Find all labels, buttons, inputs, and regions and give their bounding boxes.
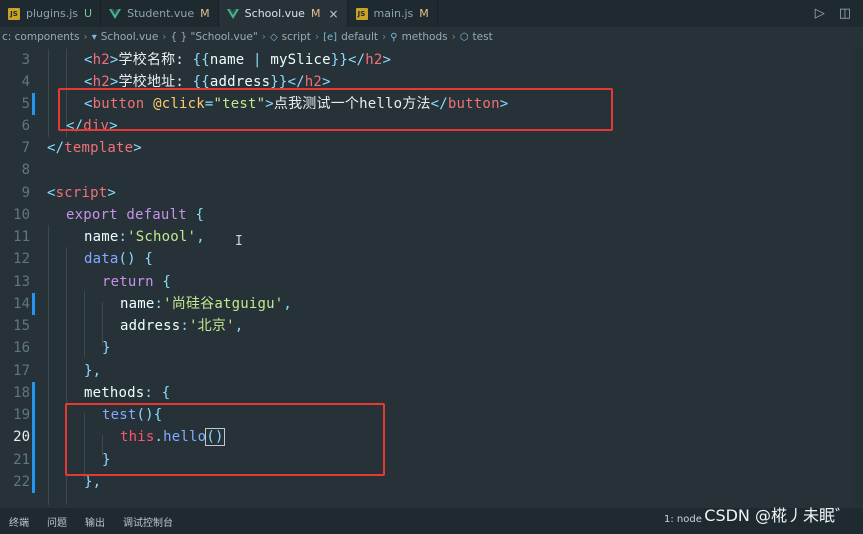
code-text: }, bbox=[84, 363, 102, 379]
symbol-icon: ◇ bbox=[269, 31, 278, 43]
vue-file-icon: ▾ bbox=[91, 31, 97, 43]
line-number: 6 bbox=[21, 118, 30, 134]
code-editor[interactable]: 3 <h2>学校名称: {{name | mySlice}}</h2> 4 <h… bbox=[0, 49, 863, 505]
line-number: 5 bbox=[21, 96, 30, 112]
terminal-select[interactable]: 1: node bbox=[664, 514, 702, 525]
line-number: 4 bbox=[21, 74, 30, 90]
code-text: name:'School', bbox=[84, 229, 205, 245]
tab-main-js[interactable]: JS main.js M bbox=[348, 0, 438, 27]
breadcrumb: c: components › ▾ School.vue › { } "Scho… bbox=[0, 27, 863, 47]
line-number: 13 bbox=[13, 274, 30, 290]
code-text: export default { bbox=[66, 207, 205, 223]
vertical-scrollbar[interactable] bbox=[853, 49, 863, 505]
code-line[interactable]: 3 <h2>学校名称: {{name | mySlice}}</h2> bbox=[0, 49, 863, 71]
line-number: 7 bbox=[21, 140, 30, 156]
js-file-icon: JS bbox=[355, 7, 368, 20]
git-status-badge: M bbox=[200, 7, 210, 20]
tab-school-vue[interactable]: School.vue M × bbox=[218, 0, 348, 27]
code-line[interactable]: 13 return { bbox=[0, 271, 863, 293]
cube-icon: ⬡ bbox=[459, 31, 469, 43]
code-line[interactable]: 8 bbox=[0, 159, 863, 181]
line-number: 15 bbox=[13, 318, 30, 334]
breadcrumb-item[interactable]: script bbox=[282, 31, 311, 43]
code-line[interactable]: 7 </template> bbox=[0, 137, 863, 159]
line-number: 20 bbox=[13, 429, 30, 445]
watermark: CSDN @椛丿未眠゛ bbox=[704, 506, 851, 525]
line-number: 17 bbox=[13, 363, 30, 379]
code-text: data() { bbox=[84, 251, 154, 267]
panel-tab-debug-console[interactable]: 调试控制台 bbox=[114, 514, 182, 529]
git-status-badge: U bbox=[84, 7, 93, 20]
line-number: 10 bbox=[13, 207, 30, 223]
code-line[interactable]: 12 data() { bbox=[0, 248, 863, 270]
vue-file-icon bbox=[226, 8, 239, 19]
code-text: <script> bbox=[47, 185, 117, 201]
code-line[interactable]: 17 }, bbox=[0, 360, 863, 382]
chevron-right-icon: › bbox=[314, 31, 320, 43]
breadcrumb-item[interactable]: c: components bbox=[2, 31, 80, 43]
line-number: 21 bbox=[13, 452, 30, 468]
line-number: 9 bbox=[21, 185, 30, 201]
line-number: 12 bbox=[13, 251, 30, 267]
chevron-right-icon: › bbox=[83, 31, 88, 43]
breadcrumb-item[interactable]: { } "School.vue" bbox=[171, 31, 258, 43]
breadcrumb-item[interactable]: default bbox=[341, 31, 378, 43]
breadcrumb-item[interactable]: methods bbox=[402, 31, 448, 43]
line-number: 18 bbox=[13, 385, 30, 401]
chevron-right-icon: › bbox=[451, 31, 456, 43]
wrench-icon: ⚲ bbox=[390, 31, 398, 43]
code-text: </template> bbox=[47, 140, 142, 156]
code-text: methods: { bbox=[84, 385, 171, 401]
line-number: 16 bbox=[13, 340, 30, 356]
editor-tab-bar: JS plugins.js U Student.vue M School.vue… bbox=[0, 0, 863, 27]
code-text: return { bbox=[102, 274, 172, 290]
code-text: address:'北京', bbox=[120, 318, 244, 334]
panel-tab-output[interactable]: 输出 bbox=[76, 514, 114, 529]
tab-label: main.js bbox=[373, 7, 414, 20]
js-file-icon: JS bbox=[8, 7, 20, 20]
tab-plugins-js[interactable]: JS plugins.js U bbox=[0, 0, 102, 27]
code-line[interactable]: 16 } bbox=[0, 337, 863, 359]
tab-label: School.vue bbox=[244, 7, 305, 20]
vue-file-icon bbox=[109, 8, 122, 19]
code-text: } bbox=[102, 340, 111, 356]
breadcrumb-item[interactable]: test bbox=[473, 31, 493, 43]
code-text: name:'尚硅谷atguigu', bbox=[120, 296, 293, 312]
git-status-badge: M bbox=[310, 7, 321, 20]
tab-label: plugins.js bbox=[26, 7, 79, 20]
split-editor-icon[interactable]: ◫ bbox=[839, 6, 851, 21]
git-status-badge: M bbox=[419, 7, 429, 20]
breadcrumb-item[interactable]: School.vue bbox=[101, 31, 159, 43]
code-line[interactable]: 14 name:'尚硅谷atguigu', bbox=[0, 293, 863, 315]
run-icon[interactable]: ▷ bbox=[815, 6, 825, 21]
code-line[interactable]: 11 name:'School', bbox=[0, 226, 863, 248]
chevron-right-icon: › bbox=[261, 31, 266, 43]
annotation-box-test-method bbox=[65, 403, 385, 476]
code-line[interactable]: 15 address:'北京', bbox=[0, 315, 863, 337]
tab-student-vue[interactable]: Student.vue M bbox=[101, 0, 219, 27]
code-text: <h2>学校名称: {{name | mySlice}}</h2> bbox=[84, 52, 392, 68]
panel-tab-problems[interactable]: 问题 bbox=[38, 514, 76, 529]
line-number: 11 bbox=[13, 229, 30, 245]
text-cursor-icon: I bbox=[235, 234, 243, 249]
close-icon[interactable]: × bbox=[328, 7, 338, 21]
annotation-box-button bbox=[58, 88, 613, 131]
line-number: 8 bbox=[21, 162, 30, 178]
code-line[interactable]: 18 methods: { bbox=[0, 382, 863, 404]
line-number: 14 bbox=[13, 296, 30, 312]
line-number: 3 bbox=[21, 52, 30, 68]
panel-tab-terminal[interactable]: 终端 bbox=[0, 514, 38, 529]
symbol-icon: [e] bbox=[323, 31, 338, 43]
chevron-right-icon: › bbox=[162, 31, 167, 43]
tab-label: Student.vue bbox=[127, 7, 195, 20]
chevron-right-icon: › bbox=[382, 31, 387, 43]
code-line[interactable]: 9 <script> bbox=[0, 182, 863, 204]
editor-actions: ▷ ◫ bbox=[815, 0, 863, 27]
line-number: 19 bbox=[13, 407, 30, 423]
line-number: 22 bbox=[13, 474, 30, 490]
code-line[interactable]: 10 export default { bbox=[0, 204, 863, 226]
